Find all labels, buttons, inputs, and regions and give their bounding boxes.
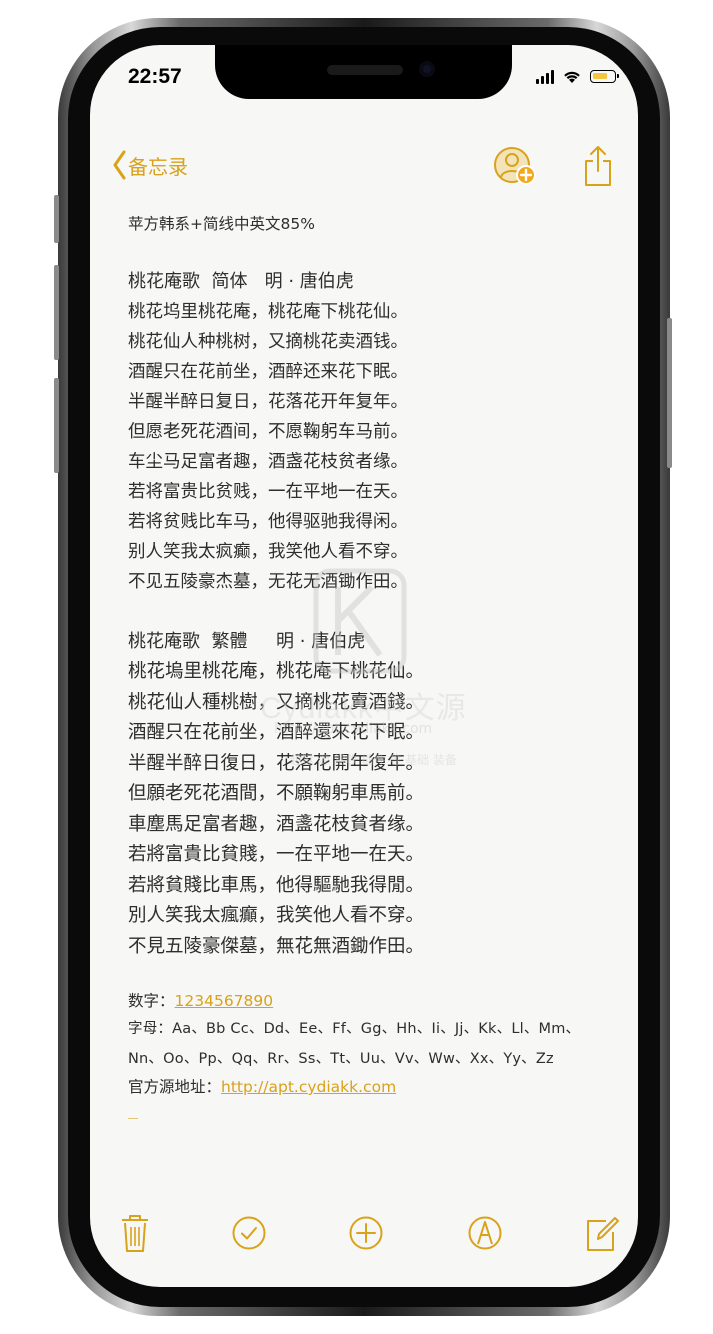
digits-row: 数字：1234567890 xyxy=(128,988,618,1014)
source-link[interactable]: http://apt.cydiakk.com xyxy=(221,1078,396,1096)
poem-line: 桃花坞里桃花庵，桃花庵下桃花仙。 xyxy=(128,302,408,322)
back-label: 备忘录 xyxy=(128,154,188,179)
digits-link[interactable]: 1234567890 xyxy=(175,992,274,1010)
source-row: 官方源地址：http://apt.cydiakk.com xyxy=(128,1074,618,1100)
add-people-button[interactable] xyxy=(492,145,540,193)
traditional-heading: 桃花庵歌 繁體 明 · 唐伯虎 xyxy=(128,631,366,652)
letters-label: 字母： xyxy=(128,1021,173,1037)
letters-row: 字母：Aa、Bb Cc、Dd、Ee、Ff、Gg、Hh、Ii、Jj、Kk、Ll、M… xyxy=(128,1014,618,1044)
notch xyxy=(215,45,512,99)
chevron-left-icon xyxy=(113,150,126,180)
note-body[interactable]: 苹方韩系+简线中英文85% 桃花庵歌 简体 明 · 唐伯虎 桃花坞里桃花庵，桃花… xyxy=(128,211,618,1119)
screen: 22:57 备忘录 苹方韩系+简线中英文85% 桃花庵歌 简体 明 · 唐伯虎 … xyxy=(90,45,638,1287)
poem-line: 桃花仙人种桃树，又摘桃花卖酒钱。 xyxy=(128,332,408,352)
share-button[interactable] xyxy=(584,145,612,191)
poem-line: 但愿老死花酒间，不愿鞠躬车马前。 xyxy=(128,422,408,442)
markup-button[interactable] xyxy=(467,1213,503,1257)
add-person-icon xyxy=(494,147,536,185)
simplified-poem: 桃花坞里桃花庵，桃花庵下桃花仙。 桃花仙人种桃树，又摘桃花卖酒钱。 酒醒只在花前… xyxy=(128,297,618,597)
poem-line: 别人笑我太疯癫，我笑他人看不穿。 xyxy=(128,542,408,562)
poem-line: 桃花塢里桃花庵，桃花庵下桃花仙。 xyxy=(128,661,425,682)
letters-line-1: Aa、Bb Cc、Dd、Ee、Ff、Gg、Hh、Ii、Jj、Kk、Ll、Mm、 xyxy=(172,1021,581,1037)
poem-line: 车尘马足富者趣，酒盏花枝贫者缘。 xyxy=(128,452,408,472)
status-indicators xyxy=(536,69,619,84)
poem-line: 酒醒只在花前坐，酒醉还来花下眠。 xyxy=(128,362,408,382)
poem-line: 若将富贵比贫贱，一在平地一在天。 xyxy=(128,482,408,502)
letters-line-2: Nn、Oo、Pp、Qq、Rr、Ss、Tt、Uu、Vv、Ww、Xx、Yy、Zz xyxy=(128,1051,554,1067)
speaker xyxy=(327,65,403,75)
poem-line: 不見五陵豪傑墓，無花無酒鋤作田。 xyxy=(128,935,425,957)
poem-line: 桃花仙人種桃樹，又摘桃花賣酒錢。 xyxy=(128,691,425,713)
compose-button[interactable] xyxy=(584,1213,620,1257)
poem-line: 半醒半醉日复日，花落花开年复年。 xyxy=(128,392,408,412)
poem-line: 酒醒只在花前坐，酒醉還來花下眠。 xyxy=(128,722,425,743)
digits-label: 数字： xyxy=(128,992,175,1010)
volume-up-button xyxy=(54,265,59,360)
poem-line: 若將貧賤比車馬，他得驅馳我得閒。 xyxy=(128,874,425,896)
add-icon xyxy=(349,1216,383,1250)
text-cursor xyxy=(128,1118,138,1119)
back-button[interactable]: 备忘录 xyxy=(112,149,188,181)
wifi-icon xyxy=(564,71,580,83)
volume-down-button xyxy=(54,378,59,473)
cellular-signal-icon xyxy=(536,69,554,84)
traditional-poem: 桃花塢里桃花庵，桃花庵下桃花仙。 桃花仙人種桃樹，又摘桃花賣酒錢。 酒醒只在花前… xyxy=(128,657,618,962)
poem-line: 半醒半醉日復日，花落花開年復年。 xyxy=(128,752,425,774)
compose-icon xyxy=(587,1217,619,1251)
add-button[interactable] xyxy=(348,1213,384,1257)
checklist-button[interactable] xyxy=(231,1213,267,1257)
delete-button[interactable] xyxy=(120,1213,150,1257)
markup-icon xyxy=(468,1216,502,1250)
checklist-icon xyxy=(232,1216,266,1250)
status-time: 22:57 xyxy=(128,65,182,88)
poem-line: 若将贫贱比车马，他得驱驰我得闲。 xyxy=(128,512,408,532)
battery-icon xyxy=(590,70,619,83)
poem-line: 不见五陵豪杰墓，无花无酒锄作田。 xyxy=(128,572,408,592)
poem-line: 別人笑我太瘋癲，我笑他人看不穿。 xyxy=(128,905,425,926)
bottom-toolbar xyxy=(90,1213,638,1263)
mute-switch xyxy=(54,195,59,243)
poem-line: 車塵馬足富者趣，酒盞花枝貧者缘。 xyxy=(128,813,425,835)
power-button xyxy=(667,318,672,468)
source-label: 官方源地址： xyxy=(128,1078,222,1096)
front-camera xyxy=(419,61,435,77)
poem-line: 若將富貴比貧賤，一在平地一在天。 xyxy=(128,844,425,865)
trash-icon xyxy=(122,1215,148,1252)
simplified-heading: 桃花庵歌 简体 明 · 唐伯虎 xyxy=(128,271,354,292)
poem-line: 但願老死花酒間，不願鞠躬車馬前。 xyxy=(128,783,425,804)
share-icon xyxy=(585,146,611,186)
note-title-line: 苹方韩系+简线中英文85% xyxy=(128,215,315,233)
